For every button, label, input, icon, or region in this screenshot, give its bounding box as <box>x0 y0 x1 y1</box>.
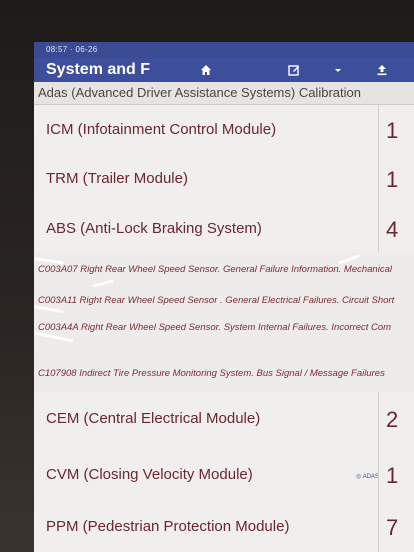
module-label: PPM (Pedestrian Protection Module) <box>46 518 290 535</box>
title-bar: System and F <box>34 58 414 82</box>
row-divider <box>378 202 379 252</box>
status-bar: 08:57 · 06-26 <box>34 42 414 58</box>
dtc-text: C003A4A Right Rear Wheel Speed Sensor. S… <box>38 322 392 333</box>
module-fault-count: 1 <box>386 118 399 143</box>
dtc-text: C003A11 Right Rear Wheel Speed Sensor . … <box>38 295 395 306</box>
module-row-cem[interactable]: CEM (Central Electrical Module) 2 <box>34 392 414 447</box>
module-fault-count: 4 <box>386 217 399 242</box>
module-row-abs[interactable]: ABS (Anti-Lock Braking System) 4 <box>34 202 414 253</box>
module-label: TRM (Trailer Module) <box>46 170 188 187</box>
module-row-ppm[interactable]: PPM (Pedestrian Protection Module) 7 <box>34 498 414 552</box>
dropdown-icon[interactable] <box>330 62 346 78</box>
status-time: 08:57 · 06-26 <box>46 45 98 54</box>
row-divider <box>378 392 379 446</box>
adas-icon: ◎ <box>356 474 362 480</box>
module-fault-count: 1 <box>386 463 399 488</box>
module-fault-count: 1 <box>386 167 399 192</box>
edit-icon[interactable] <box>286 62 302 78</box>
module-row-icm[interactable]: ICM (Infotainment Control Module) 1 <box>34 105 414 156</box>
row-divider <box>378 498 379 552</box>
dtc-row[interactable]: C107908 Indirect Tire Pressure Monitorin… <box>34 356 414 393</box>
home-icon[interactable] <box>198 62 214 78</box>
dtc-row[interactable]: C003A11 Right Rear Wheel Speed Sensor . … <box>34 286 414 317</box>
adas-badge-text: ADAS <box>362 474 379 480</box>
breadcrumb: Adas (Advanced Driver Assistance Systems… <box>34 82 414 105</box>
dtc-text: C107908 Indirect Tire Pressure Monitorin… <box>38 368 385 379</box>
upload-icon[interactable] <box>374 62 390 78</box>
page-title: System and F <box>46 61 151 78</box>
row-divider <box>378 446 379 498</box>
module-label: CVM (Closing Velocity Module) <box>46 466 253 483</box>
module-label: CEM (Central Electrical Module) <box>46 410 261 427</box>
dtc-text: C003A07 Right Rear Wheel Speed Sensor. G… <box>38 264 392 275</box>
module-row-cvm[interactable]: CVM (Closing Velocity Module) ◎ ADAS 1 <box>34 446 414 499</box>
dtc-row[interactable]: C003A4A Right Rear Wheel Speed Sensor. S… <box>34 316 414 357</box>
module-fault-count: 7 <box>386 515 399 540</box>
breadcrumb-text: Adas (Advanced Driver Assistance Systems… <box>38 85 361 100</box>
row-divider <box>378 105 379 155</box>
module-row-trm[interactable]: TRM (Trailer Module) 1 <box>34 155 414 203</box>
module-fault-count: 2 <box>386 407 399 432</box>
module-label: ABS (Anti-Lock Braking System) <box>46 220 262 237</box>
app-screen: 08:57 · 06-26 System and F Adas (Advance… <box>34 42 414 552</box>
module-label: ICM (Infotainment Control Module) <box>46 121 277 138</box>
row-divider <box>378 155 379 202</box>
adas-badge: ◎ ADAS <box>356 473 379 480</box>
